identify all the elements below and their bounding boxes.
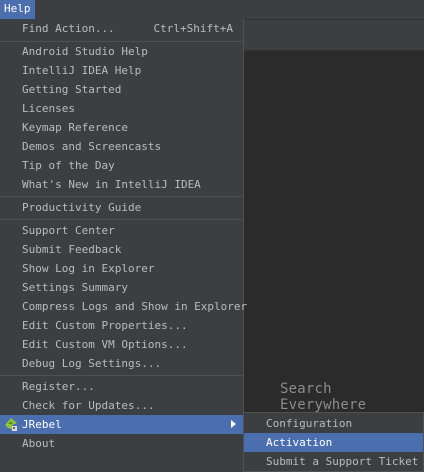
menu-item-demos[interactable]: Demos and Screencasts: [0, 137, 243, 156]
menu-item-shortcut: Ctrl+Shift+A: [153, 22, 233, 35]
menu-item-android-studio-help[interactable]: Android Studio Help: [0, 42, 243, 61]
menu-item-edit-custom-vm[interactable]: Edit Custom VM Options...: [0, 335, 243, 354]
submenu-item-submit-ticket[interactable]: Submit a Support Ticket: [244, 452, 423, 471]
submenu-item-activation[interactable]: Activation: [244, 433, 423, 452]
menu-item-label: Keymap Reference: [22, 121, 128, 134]
menu-item-label: Licenses: [22, 102, 75, 115]
menu-item-label: Android Studio Help: [22, 45, 148, 58]
submenu-item-label: Submit a Support Ticket: [266, 455, 419, 468]
menu-item-label: Show Log in Explorer: [22, 262, 155, 275]
menu-item-label: Edit Custom Properties...: [22, 319, 188, 332]
menu-item-label: JRebel: [22, 418, 62, 431]
menu-item-support-center[interactable]: Support Center: [0, 221, 243, 240]
menu-item-productivity-guide[interactable]: Productivity Guide: [0, 198, 243, 217]
menu-item-register[interactable]: Register...: [0, 377, 243, 396]
menu-item-label: Demos and Screencasts: [22, 140, 162, 153]
help-menu: Find Action... Ctrl+Shift+A Android Stud…: [0, 19, 247, 472]
menu-item-label: Settings Summary: [22, 281, 128, 294]
menu-item-keymap-reference[interactable]: Keymap Reference: [0, 118, 243, 137]
menu-item-getting-started[interactable]: Getting Started: [0, 80, 243, 99]
submenu-item-label: Activation: [266, 436, 333, 449]
menu-item-show-log[interactable]: Show Log in Explorer: [0, 259, 243, 278]
menu-item-settings-summary[interactable]: Settings Summary: [0, 278, 243, 297]
menu-item-jrebel[interactable]: JRebel: [0, 415, 243, 434]
menu-item-submit-feedback[interactable]: Submit Feedback: [0, 240, 243, 259]
menu-item-label: Debug Log Settings...: [22, 357, 162, 370]
menu-item-label: About: [22, 437, 56, 450]
menu-item-debug-log-settings[interactable]: Debug Log Settings...: [0, 354, 243, 373]
submenu-item-configuration[interactable]: Configuration: [244, 414, 423, 433]
menu-item-label: Support Center: [22, 224, 115, 237]
menu-item-about[interactable]: About: [0, 434, 243, 453]
menu-separator: [0, 219, 243, 220]
menu-item-label: Edit Custom VM Options...: [22, 338, 188, 351]
submenu-item-label: Configuration: [266, 417, 353, 430]
menu-separator: [0, 196, 243, 197]
editor-tab-strip: [244, 20, 424, 51]
menu-item-edit-custom-properties[interactable]: Edit Custom Properties...: [0, 316, 243, 335]
menu-item-tip-of-day[interactable]: Tip of the Day: [0, 156, 243, 175]
menu-item-label: Getting Started: [22, 83, 122, 96]
search-everywhere-hint: Search Everywhere: [280, 381, 367, 413]
submenu-arrow-icon: [231, 420, 236, 428]
jrebel-submenu: Configuration Activation Submit a Suppor…: [243, 412, 424, 472]
menu-separator: [0, 375, 243, 376]
menu-item-whats-new[interactable]: What's New in IntelliJ IDEA: [0, 175, 243, 194]
menubar-help[interactable]: Help: [0, 0, 35, 19]
menu-item-label: Tip of the Day: [22, 159, 115, 172]
menu-item-check-updates[interactable]: Check for Updates...: [0, 396, 243, 415]
menu-item-label: IntelliJ IDEA Help: [22, 64, 142, 77]
menu-bar: Help: [0, 0, 424, 20]
menu-item-label: Submit Feedback: [22, 243, 122, 256]
menu-item-label: Check for Updates...: [22, 399, 155, 412]
menu-item-label: Compress Logs and Show in Explorer: [22, 300, 248, 313]
menu-item-find-action[interactable]: Find Action... Ctrl+Shift+A: [0, 19, 243, 38]
menu-item-intellij-help[interactable]: IntelliJ IDEA Help: [0, 61, 243, 80]
menu-item-licenses[interactable]: Licenses: [0, 99, 243, 118]
menu-item-label: Productivity Guide: [22, 201, 142, 214]
menu-item-label: Register...: [22, 380, 95, 393]
menu-item-label: Find Action...: [22, 22, 115, 35]
menu-item-label: What's New in IntelliJ IDEA: [22, 178, 201, 191]
jrebel-icon: [5, 418, 17, 431]
menu-item-compress-logs[interactable]: Compress Logs and Show in Explorer: [0, 297, 247, 316]
